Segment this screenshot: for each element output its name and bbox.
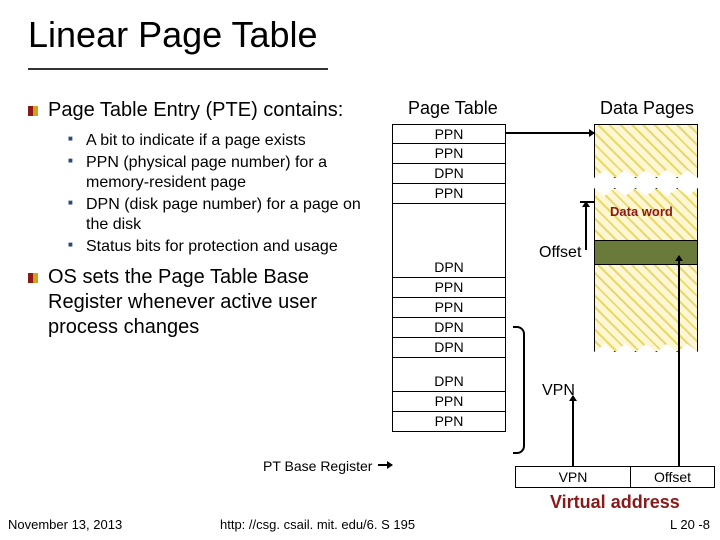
- data-pages-column: [594, 124, 698, 352]
- pt-cell: DPN: [392, 338, 506, 358]
- pt-cell: DPN: [392, 318, 506, 338]
- pt-cell: PPN: [392, 144, 506, 164]
- data-pages-label: Data Pages: [600, 98, 694, 119]
- slide-title: Linear Page Table: [0, 0, 720, 62]
- sublist-pte: A bit to indicate if a page exists PPN (…: [68, 131, 373, 257]
- offset-arrow: [585, 202, 587, 250]
- vpn-brace: [513, 326, 525, 454]
- pt-cell: DPN: [392, 258, 506, 278]
- pt-gap: [392, 204, 506, 258]
- diagram: Page Table Data Pages PPN PPN DPN PPN DP…: [378, 98, 718, 498]
- pt-cell: PPN: [392, 298, 506, 318]
- page-table-label: Page Table: [408, 98, 498, 119]
- footer-slide-number: L 20 -8: [670, 517, 710, 532]
- content-area: Page Table Entry (PTE) contains: A bit t…: [28, 98, 373, 348]
- pt-cell: PPN: [392, 278, 506, 298]
- va-vpn-field: VPN: [516, 467, 631, 487]
- pt-gap: [392, 358, 506, 372]
- footer-url: http: //csg. csail. mit. edu/6. S 195: [220, 517, 415, 532]
- title-underline: [28, 68, 328, 70]
- virtual-address-label: Virtual address: [550, 492, 680, 513]
- page-table-column: PPN PPN DPN PPN DPN PPN PPN DPN DPN DPN …: [392, 124, 506, 432]
- bullet-pte: Page Table Entry (PTE) contains:: [28, 98, 373, 123]
- virtual-address-bar: VPN Offset: [515, 466, 715, 488]
- sub-item: Status bits for protection and usage: [68, 237, 373, 257]
- pt-cell: DPN: [392, 164, 506, 184]
- pt-cell: PPN: [392, 124, 506, 144]
- ptbr-arrow: [378, 464, 392, 466]
- va-offset-field: Offset: [631, 467, 714, 487]
- pt-cell: PPN: [392, 392, 506, 412]
- bullet-os: OS sets the Page Table Base Register whe…: [28, 265, 373, 340]
- ptbr-label: PT Base Register: [263, 458, 372, 474]
- footer-date: November 13, 2013: [8, 517, 122, 532]
- offset-down-arrow: [678, 256, 680, 466]
- data-word-row: [595, 241, 697, 265]
- sub-item: DPN (disk page number) for a page on the…: [68, 195, 373, 235]
- pt-cell: PPN: [392, 412, 506, 432]
- ppn-arrow: [506, 132, 594, 134]
- sub-item: PPN (physical page number) for a memory-…: [68, 153, 373, 193]
- data-page-top: [594, 124, 698, 178]
- vpn-arrow: [572, 396, 574, 466]
- data-word-label: Data word: [610, 204, 673, 219]
- sub-item: A bit to indicate if a page exists: [68, 131, 373, 151]
- offset-label: Offset: [539, 244, 581, 262]
- pt-cell: DPN: [392, 372, 506, 392]
- pt-cell: PPN: [392, 184, 506, 204]
